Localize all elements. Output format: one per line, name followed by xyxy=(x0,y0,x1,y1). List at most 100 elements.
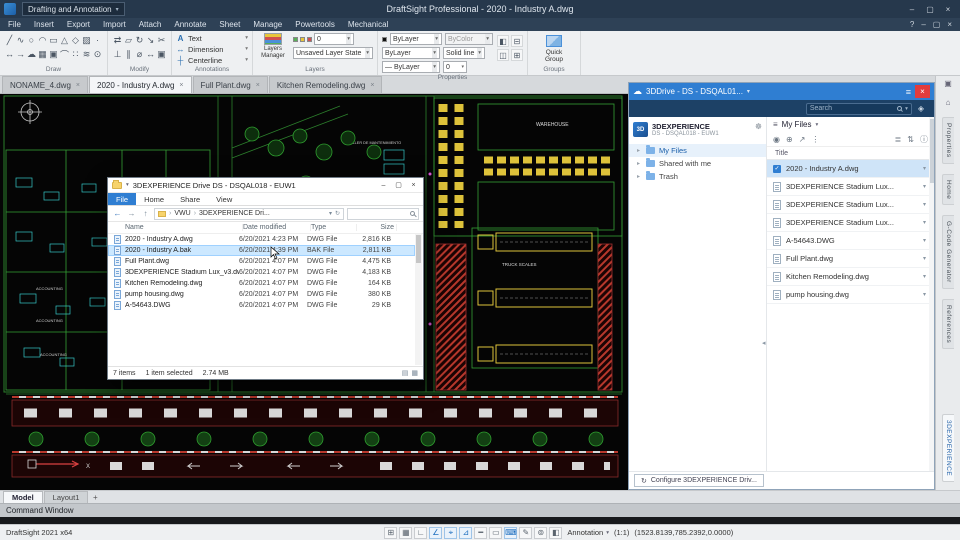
drive-item[interactable]: ✓ 3DEXPERIENCE Stadium Lux... ▾ xyxy=(767,214,934,232)
polar-toggle[interactable]: ∠ xyxy=(429,526,443,539)
layer-state-dropdown[interactable]: Unsaved Layer State ▾ xyxy=(293,47,373,59)
document-tab[interactable]: NONAME_4.dwg × xyxy=(2,76,89,93)
menu-item[interactable]: Attach xyxy=(139,20,162,29)
doc-minimize-button[interactable]: – xyxy=(921,20,925,29)
line-weight-dropdown[interactable]: — ByLayer ▾ xyxy=(382,61,440,73)
3ddrive-header[interactable]: ☁ 3DDrive - DS - DSQAL01... ▾ ≡ × xyxy=(629,83,934,100)
file-row[interactable]: A-54643.DWG 6/20/2021 4:07 PM DWG File 2… xyxy=(108,300,415,311)
document-tab[interactable]: Kitchen Remodeling.dwg × xyxy=(268,76,383,93)
menu-item[interactable]: Insert xyxy=(34,20,54,29)
column-header[interactable]: Date modified xyxy=(243,224,311,231)
line-icon[interactable]: ╱ xyxy=(4,33,15,47)
fillet-icon[interactable]: ⌀ xyxy=(134,47,145,61)
trim-icon[interactable]: ✂ xyxy=(156,33,167,47)
hide-entities-icon[interactable]: ⊟ xyxy=(511,35,523,47)
collapse-pane-icon[interactable]: ◂ xyxy=(762,339,766,347)
region-icon[interactable]: ▣ xyxy=(48,47,59,61)
ortho-toggle[interactable]: ∟ xyxy=(414,526,428,539)
centerline-tool[interactable]: ┼ Centerline ▾ xyxy=(176,55,248,65)
explorer-menu-item[interactable]: Home xyxy=(136,193,172,205)
minimize-button[interactable]: – xyxy=(904,2,920,16)
doc-restore-button[interactable]: ▢ xyxy=(933,20,941,29)
hamburger-icon[interactable]: ≡ xyxy=(773,120,778,129)
gear-icon[interactable]: ☸ xyxy=(755,122,762,131)
explorer-titlebar[interactable]: ▾ 3DEXPERIENCE Drive DS - DSQAL018 - EUW… xyxy=(108,178,423,193)
menu-item[interactable]: File xyxy=(8,20,21,29)
chevron-down-icon[interactable]: ▾ xyxy=(923,291,926,298)
explorer-close-button[interactable]: × xyxy=(406,179,421,192)
move-icon[interactable]: ⇄ xyxy=(112,33,123,47)
expander-icon[interactable]: ▸ xyxy=(637,160,642,167)
spline-icon[interactable]: ≋ xyxy=(81,47,92,61)
thumbnails-view-icon[interactable]: ▦ xyxy=(411,369,418,377)
close-button[interactable]: × xyxy=(940,2,956,16)
forward-button[interactable]: → xyxy=(126,209,137,218)
menu-item[interactable]: Manage xyxy=(253,20,282,29)
add-member-icon[interactable]: ⊕ xyxy=(786,135,793,144)
line-style-dropdown[interactable]: ByLayer ▾ xyxy=(382,47,440,59)
scrollbar-thumb[interactable] xyxy=(930,119,934,183)
doc-close-button[interactable]: × xyxy=(947,20,952,29)
grid-toggle[interactable]: ▦ xyxy=(399,526,413,539)
drive-item[interactable]: ✓ 3DEXPERIENCE Stadium Lux... ▾ xyxy=(767,178,934,196)
chevron-down-icon[interactable]: ▾ xyxy=(923,273,926,280)
explorer-menu-item[interactable]: Share xyxy=(172,193,208,205)
file-row[interactable]: 2020 - Industry A.dwg 6/20/2021 4:23 PM … xyxy=(108,234,415,245)
preview-icon[interactable]: ◉ xyxy=(773,135,780,144)
close-tab-icon[interactable]: × xyxy=(256,82,260,89)
menu-item[interactable]: Sheet xyxy=(219,20,240,29)
close-tab-icon[interactable]: × xyxy=(76,82,80,89)
add-sheet-icon[interactable]: + xyxy=(89,491,101,503)
circle-icon[interactable]: ○ xyxy=(26,33,37,47)
command-input-area[interactable] xyxy=(0,517,960,524)
print-style-dropdown[interactable]: ByColor ▾ xyxy=(445,33,493,45)
column-header[interactable]: Size xyxy=(357,224,397,231)
clean-screen-toggle[interactable]: ◧ xyxy=(549,526,563,539)
column-header[interactable]: Name xyxy=(125,224,243,231)
chevron-down-icon[interactable]: ▾ xyxy=(329,210,332,217)
drive-item[interactable]: ✓ pump housing.dwg ▾ xyxy=(767,286,934,304)
revision-cloud-icon[interactable]: ☁ xyxy=(26,47,37,61)
explode-icon[interactable]: ▣ xyxy=(156,47,167,61)
polyline-icon[interactable]: ∿ xyxy=(15,33,26,47)
document-tab[interactable]: Full Plant.dwg × xyxy=(192,76,268,93)
palette-tab[interactable]: 3DEXPERIENCE xyxy=(942,413,954,482)
snap-toggle[interactable]: ⊞ xyxy=(384,526,398,539)
match-properties-icon[interactable]: ◧ xyxy=(497,35,509,47)
details-view-icon[interactable]: ▤ xyxy=(402,369,409,377)
help-button[interactable]: ? xyxy=(910,20,914,29)
polygon-icon[interactable]: △ xyxy=(59,33,70,47)
panel-breadcrumb[interactable]: My Files xyxy=(782,120,812,129)
ray-icon[interactable]: → xyxy=(15,47,26,61)
up-button[interactable]: ↑ xyxy=(140,209,151,218)
menu-item[interactable]: Import xyxy=(103,20,126,29)
grips-icon[interactable]: ⊞ xyxy=(511,49,523,61)
close-tab-icon[interactable]: × xyxy=(370,82,374,89)
file-row[interactable]: pump housing.dwg 6/20/2021 4:07 PM DWG F… xyxy=(108,289,415,300)
menu-item[interactable]: Mechanical xyxy=(348,20,388,29)
menu-item[interactable]: Annotate xyxy=(174,20,206,29)
table-icon[interactable]: ▦ xyxy=(37,47,48,61)
breadcrumb-root[interactable]: VWU xyxy=(174,210,190,217)
annotation-scale-dropdown[interactable]: Annotation ▾ xyxy=(567,528,609,537)
palette-tab[interactable]: G-Code Generator xyxy=(942,214,954,289)
maximize-button[interactable]: ▢ xyxy=(922,2,938,16)
chevron-down-icon[interactable]: ▾ xyxy=(923,183,926,190)
palette-tab[interactable]: Properties xyxy=(942,117,954,164)
infinite-line-icon[interactable]: ↔ xyxy=(4,47,15,61)
scrollbar[interactable] xyxy=(415,234,422,365)
stretch-icon[interactable]: ↘ xyxy=(145,33,156,47)
palette-tab[interactable]: References xyxy=(942,298,954,350)
explorer-maximize-button[interactable]: ▢ xyxy=(391,179,406,192)
quick-access-caret-icon[interactable]: ▾ xyxy=(126,182,129,188)
weight-field[interactable]: 0 ▾ xyxy=(443,61,467,73)
panel-close-button[interactable]: × xyxy=(915,85,930,98)
configure-drive-button[interactable]: ↻ Configure 3DEXPERIENCE Driv... xyxy=(634,474,764,487)
breadcrumb-folder[interactable]: 3DEXPERIENCE Dri... xyxy=(199,210,270,217)
command-window-bar[interactable]: Command Window xyxy=(0,503,960,517)
column-header[interactable]: Type xyxy=(311,224,357,231)
document-tab[interactable]: 2020 - Industry A.dwg × xyxy=(89,76,192,93)
isolate-toggle[interactable]: ⊚ xyxy=(534,526,548,539)
file-row[interactable]: Full Plant.dwg 6/20/2021 4:07 PM DWG Fil… xyxy=(108,256,415,267)
explorer-menu-item[interactable]: File xyxy=(108,193,137,205)
